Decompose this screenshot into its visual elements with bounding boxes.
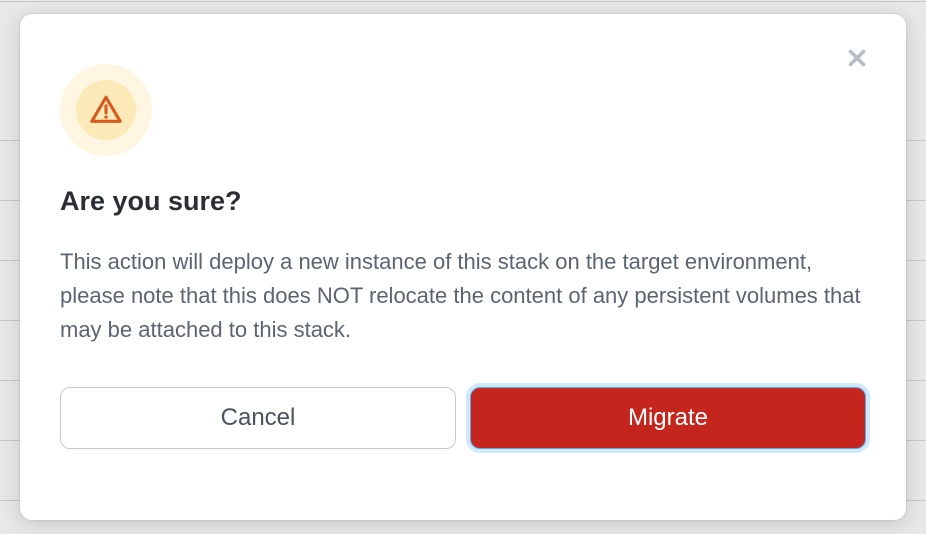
- warning-triangle-icon: [89, 93, 123, 127]
- cancel-button[interactable]: Cancel: [60, 387, 456, 449]
- modal-body-text: This action will deploy a new instance o…: [60, 245, 866, 347]
- warning-icon-inner: [76, 80, 136, 140]
- close-button[interactable]: [843, 44, 871, 72]
- migrate-button[interactable]: Migrate: [470, 387, 866, 449]
- close-icon: [846, 47, 868, 69]
- warning-icon-container: [60, 64, 152, 156]
- button-row: Cancel Migrate: [60, 387, 866, 449]
- modal-title: Are you sure?: [60, 186, 866, 217]
- confirmation-modal: Are you sure? This action will deploy a …: [20, 14, 906, 520]
